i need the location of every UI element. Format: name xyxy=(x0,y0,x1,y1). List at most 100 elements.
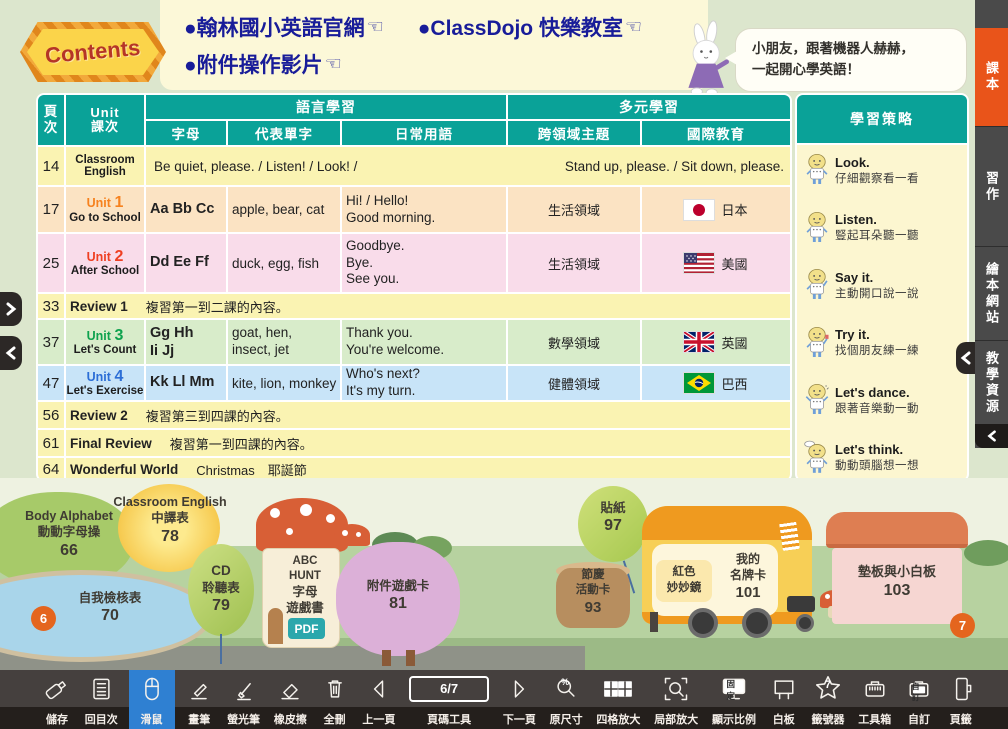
page-tab-icon xyxy=(947,675,975,703)
save-button[interactable]: 儲存 xyxy=(40,670,74,729)
bush xyxy=(964,540,1008,566)
robot-say-icon xyxy=(803,267,831,303)
festival-cards-hotspot[interactable]: 節慶 活動卡 93 xyxy=(558,568,628,617)
mouse-tool-button[interactable]: 滑鼠 xyxy=(129,670,175,729)
delete-all-button[interactable]: 全刪 xyxy=(318,670,352,729)
whiteboard-set-hotspot[interactable]: 墊板與小白板 103 xyxy=(838,564,956,602)
highlighter-tool-button[interactable]: 螢光筆 xyxy=(224,670,263,729)
cd-balloon-string xyxy=(220,634,222,664)
whiteboard-button[interactable]: 白板 xyxy=(767,670,801,729)
left-panel-collapse-button[interactable] xyxy=(0,336,22,370)
custom-case-icon xyxy=(905,675,933,703)
unit-1-cell: Unit 1 Go to School xyxy=(66,187,144,232)
speech-bubble: 小朋友，跟著機器人赫赫， 一起開心學英語！ xyxy=(735,28,967,92)
japan-flag-icon xyxy=(684,200,714,220)
next-page-button[interactable]: 下一頁 xyxy=(500,670,539,729)
strategy-look: Look.仔細觀察看一看 xyxy=(803,152,963,188)
toc-table: 頁次 Unit 課次 語言學習 字母 代表單字 日常用語 多元學習 跨領域主題 … xyxy=(36,93,969,482)
classdojo-link[interactable]: ●ClassDojo 快樂教室☜ xyxy=(418,12,642,42)
row-page-number: 47 xyxy=(38,366,64,400)
display-ratio-button[interactable]: 固定 顯示比例 xyxy=(709,670,759,729)
col-header-phrases: 日常用語 xyxy=(342,121,506,145)
unit-4-letters: Kk Ll Mm xyxy=(146,366,226,400)
original-size-icon xyxy=(552,675,580,703)
highlighter-icon xyxy=(230,675,258,703)
abc-hunt-hotspot[interactable]: ABC HUNT 字母 遊戲書 xyxy=(276,554,334,616)
robot-look-icon xyxy=(803,152,831,188)
col-header-unit-zh: 課次 xyxy=(91,120,119,134)
strategy-try-it: Try it.找個朋友練一練 xyxy=(803,325,963,361)
row-classroom-english-phrases: Be quiet, please. / Listen! / Look! / St… xyxy=(146,147,790,185)
page-indicator[interactable]: 6/7 xyxy=(409,676,489,702)
chevron-left-icon xyxy=(960,351,972,365)
pink-tree-trunk xyxy=(382,650,391,666)
robot-think-icon xyxy=(803,440,831,476)
wonderful-world-row: Wonderful World Christmas 耶誕節 xyxy=(66,458,790,480)
original-size-button[interactable]: % 原尺寸 xyxy=(547,670,586,729)
four-grid-icon xyxy=(601,675,635,703)
whiteboard-icon xyxy=(770,675,798,703)
links-row-1: ●翰林國小英語官網☜ ●ClassDojo 快樂教室☜ xyxy=(184,12,642,42)
unit-4-country: 巴西 xyxy=(642,366,790,400)
strategy-lets-think: Let's think.動動頭腦想一想 xyxy=(803,440,963,476)
attachment-video-link[interactable]: ●附件操作影片☜ xyxy=(184,49,342,79)
official-site-link[interactable]: ●翰林國小英語官網☜ xyxy=(184,12,384,42)
pdf-button[interactable]: PDF xyxy=(288,618,325,639)
custom-tools-button[interactable]: 自訂 自訂 xyxy=(902,670,936,729)
review-2-row: Review 2 複習第三到四課的內容。 xyxy=(66,402,790,428)
row-page-number: 25 xyxy=(38,234,64,292)
right-panel-collapse-button[interactable] xyxy=(956,342,976,374)
tab-picture-book-site[interactable]: 繪本網站 xyxy=(975,246,1008,340)
tab-teaching-resources[interactable]: 教學資源 xyxy=(975,340,1008,424)
game-cards-hotspot[interactable]: 附件遊戲卡 81 xyxy=(350,578,446,615)
pen-tool-button[interactable]: 畫筆 xyxy=(182,670,216,729)
unit-2-phrases: Goodbye.Bye.See you. xyxy=(342,234,506,292)
page-tab-button[interactable]: 頁籤 xyxy=(944,670,978,729)
classdojo-link-label: ●ClassDojo 快樂教室 xyxy=(418,12,623,42)
contents-list-icon xyxy=(87,675,115,703)
red-magic-lens-hotspot[interactable]: 紅色 妙妙鏡 xyxy=(656,560,712,602)
sidebar-collapse-button[interactable] xyxy=(975,424,1008,448)
page-number-tool[interactable]: 6/7 頁碼工具 xyxy=(406,670,492,729)
row-page-number: 64 xyxy=(38,458,64,480)
unit-1-words: apple, bear, cat xyxy=(228,187,340,232)
uk-flag-icon xyxy=(684,332,714,352)
toolbox-button[interactable]: 工具箱 xyxy=(855,670,894,729)
previous-page-button[interactable]: 上一頁 xyxy=(359,670,398,729)
row-page-number: 33 xyxy=(38,294,64,318)
tab-workbook[interactable]: 習作 xyxy=(975,126,1008,246)
speech-bubble-line1: 小朋友，跟著機器人赫赫， xyxy=(752,39,956,60)
eraser-tool-button[interactable]: 橡皮擦 xyxy=(271,670,310,729)
number-picker-button[interactable]: 7 籤號器 xyxy=(808,670,847,729)
chevron-left-icon xyxy=(5,346,17,360)
previous-page-icon xyxy=(365,675,393,703)
unit-1-domain: 生活領域 xyxy=(508,187,640,232)
partial-zoom-button[interactable]: 局部放大 xyxy=(651,670,701,729)
trash-icon xyxy=(321,675,349,703)
top-links-band: ●翰林國小英語官網☜ ●ClassDojo 快樂教室☜ ●附件操作影片☜ xyxy=(160,0,708,90)
back-to-contents-button[interactable]: 回目次 xyxy=(82,670,121,729)
self-check-hotspot[interactable]: 自我檢核表 70 xyxy=(52,590,168,627)
cd-list-hotspot[interactable]: CD 聆聽表 79 xyxy=(186,562,256,617)
robot-dance-icon xyxy=(803,382,831,418)
camper-wheel xyxy=(688,608,718,638)
row-page-number: 56 xyxy=(38,402,64,428)
left-panel-expand-button[interactable] xyxy=(0,292,22,326)
unit-3-domain: 數學領域 xyxy=(508,320,640,364)
camper-hitch xyxy=(787,596,815,612)
row-page-number: 17 xyxy=(38,187,64,232)
classroom-english-hotspot[interactable]: Classroom English 中譯表 78 xyxy=(106,494,234,547)
unit-2-cell: Unit 2 After School xyxy=(66,234,144,292)
unit-4-domain: 健體領域 xyxy=(508,366,640,400)
four-grid-zoom-button[interactable]: 四格放大 xyxy=(593,670,643,729)
unit-4-words: kite, lion, monkey xyxy=(228,366,340,400)
name-tag-hotspot[interactable]: 我的 名牌卡 101 xyxy=(722,552,774,603)
col-header-intl-edu: 國際教育 xyxy=(642,121,790,145)
tab-textbook[interactable]: 課本 xyxy=(975,28,1008,126)
hitch-wheel xyxy=(796,614,814,632)
contents-badge: Contents xyxy=(20,22,166,82)
star-icon xyxy=(813,674,843,704)
col-header-unit-en: Unit xyxy=(90,106,119,120)
sticker-hotspot[interactable]: 貼紙 97 xyxy=(580,500,646,537)
review-1-row: Review 1 複習第一到二課的內容。 xyxy=(66,294,790,318)
